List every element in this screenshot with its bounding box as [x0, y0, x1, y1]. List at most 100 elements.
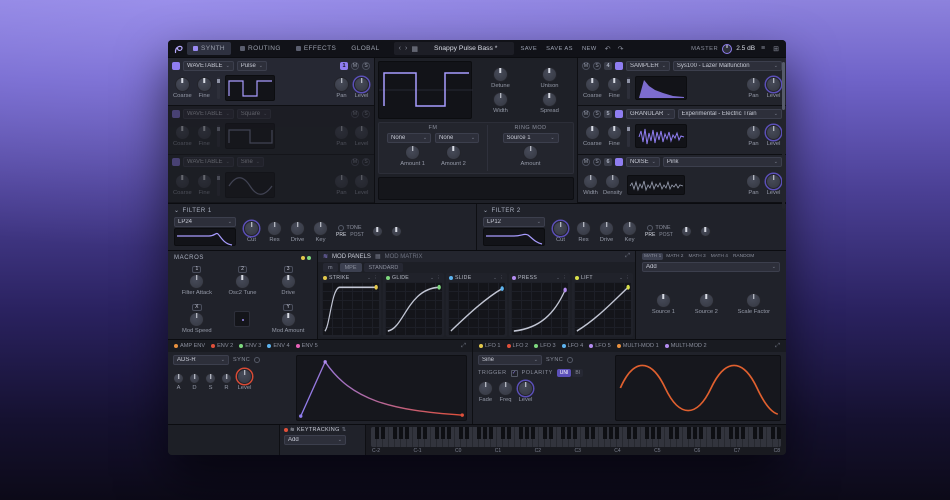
density-knob[interactable]: Density — [603, 174, 622, 196]
fm-source1-dropdown[interactable]: None — [387, 133, 431, 143]
lfo-shape-dropdown[interactable]: Sine — [478, 355, 542, 365]
sync-toggle[interactable] — [254, 357, 260, 363]
math-operation-dropdown[interactable]: Add — [642, 262, 780, 272]
generator-type-dropdown[interactable]: NOISE — [626, 157, 660, 167]
panel-options-icon[interactable]: ⋮ — [373, 275, 378, 281]
macro-1[interactable]: 1Filter Attack — [182, 266, 212, 296]
tab-env-5[interactable]: ENV 5 — [296, 343, 318, 349]
undo-icon[interactable]: ↶ — [603, 45, 613, 53]
tone-high-knob[interactable] — [700, 226, 711, 237]
wavetable-display[interactable] — [225, 75, 275, 101]
sample-slider[interactable] — [627, 77, 630, 99]
tab-random[interactable]: RANDOM — [731, 253, 756, 260]
source1-knob[interactable]: Source 1 — [652, 293, 675, 315]
solo-button[interactable]: S — [593, 62, 601, 70]
keytracking-mode-dropdown[interactable]: Add — [284, 435, 346, 445]
level-knob[interactable]: Level — [354, 125, 369, 147]
key-knob[interactable]: Key — [313, 221, 328, 243]
sample-waveform-display[interactable] — [635, 76, 687, 100]
freq-knob[interactable]: Freq — [498, 381, 513, 403]
pan-knob[interactable]: Pan — [746, 77, 761, 99]
oscillator-waveform-display[interactable] — [378, 61, 472, 119]
wavetable-name-dropdown[interactable]: Pulse — [237, 61, 267, 71]
mod-panels-title[interactable]: MOD PANELS — [332, 254, 371, 260]
pan-knob[interactable]: Pan — [746, 125, 761, 147]
generator-type-dropdown[interactable]: WAVETABLE — [183, 157, 234, 167]
panel-options-icon[interactable]: ⋮ — [562, 275, 567, 281]
env-mode-dropdown[interactable]: ADS-R — [173, 355, 229, 365]
generator-type-dropdown[interactable]: SAMPLER — [626, 61, 670, 71]
app-logo-icon[interactable] — [173, 43, 184, 54]
coarse-knob[interactable]: Coarse — [173, 174, 192, 196]
filter-curve-display[interactable] — [483, 228, 545, 246]
release-knob[interactable]: R — [221, 373, 232, 391]
fm-amount2-knob[interactable]: Amount 2 — [441, 145, 466, 167]
tab-amp-env[interactable]: AMP ENV — [174, 343, 205, 349]
panel-options-icon[interactable]: ⋮ — [436, 275, 441, 281]
cut-knob[interactable]: Cut — [244, 221, 259, 243]
unison-knob[interactable]: Unison — [540, 67, 558, 89]
mod-curve-display[interactable] — [385, 282, 442, 335]
level-knob[interactable]: Level — [766, 174, 781, 196]
expand-icon[interactable]: ⤢ — [625, 253, 630, 260]
envelope-graph[interactable] — [296, 355, 467, 421]
drive-knob[interactable]: Drive — [599, 221, 614, 243]
macro-y[interactable]: YMod Amount — [272, 304, 305, 334]
tab-lfo-5[interactable]: LFO 5 — [589, 343, 611, 349]
frame-slider[interactable] — [217, 125, 220, 147]
generator-type-dropdown[interactable]: GRANULAR — [626, 109, 675, 119]
mute-button[interactable]: M — [582, 158, 590, 166]
tab-lfo-3[interactable]: LFO 3 — [534, 343, 556, 349]
env-level-knob[interactable]: Level — [237, 369, 252, 391]
tab-synth[interactable]: SYNTH — [187, 42, 231, 55]
fade-knob[interactable]: Fade — [478, 381, 493, 403]
collapse-icon[interactable]: ⌄ — [483, 207, 489, 214]
mod-curve-display[interactable] — [448, 282, 505, 335]
fine-knob[interactable]: Fine — [197, 174, 212, 196]
panel-options-icon[interactable]: ⋮ — [625, 275, 630, 281]
solo-button[interactable]: S — [362, 158, 370, 166]
lane-number-badge[interactable]: 5 — [604, 110, 612, 118]
xy-pad[interactable] — [234, 311, 250, 327]
tone-toggle[interactable] — [338, 225, 344, 231]
macro-2[interactable]: 2Osc2 Tune — [228, 266, 256, 296]
pan-knob[interactable]: Pan — [334, 174, 349, 196]
tab-math-1[interactable]: MATH 1 — [642, 253, 663, 260]
redo-icon[interactable]: ↷ — [616, 45, 626, 53]
coarse-knob[interactable]: Coarse — [583, 125, 602, 147]
cut-knob[interactable]: Cut — [553, 221, 568, 243]
mute-button[interactable]: M — [351, 158, 359, 166]
tab-mod-matrix[interactable]: MOD MATRIX — [385, 254, 423, 260]
decay-knob[interactable]: D — [189, 373, 200, 391]
macro-x[interactable]: XMod Speed — [182, 304, 212, 334]
panels-icon[interactable]: ⊞ — [771, 45, 781, 53]
source2-knob[interactable]: Source 2 — [695, 293, 718, 315]
tab-math-4[interactable]: MATH 4 — [709, 253, 730, 260]
generator-type-dropdown[interactable]: WAVETABLE — [183, 109, 234, 119]
wavetable-display[interactable] — [225, 123, 275, 149]
mod-curve-display[interactable] — [322, 282, 379, 335]
lane-number-badge[interactable]: 6 — [604, 158, 612, 166]
fine-knob[interactable]: Fine — [607, 125, 622, 147]
solo-button[interactable]: S — [593, 110, 601, 118]
menu-icon[interactable]: ≡ — [759, 45, 767, 52]
lane-number-badge[interactable]: 4 — [604, 62, 612, 70]
panel-chevron-icon[interactable]: ⌄ — [556, 275, 560, 281]
tab-effects[interactable]: EFFECTS — [290, 42, 342, 55]
fine-knob[interactable]: Fine — [197, 125, 212, 147]
frame-slider[interactable] — [217, 174, 220, 196]
lfo-level-knob[interactable]: Level — [518, 381, 533, 403]
spread-knob[interactable]: Spread — [540, 92, 559, 114]
coarse-knob[interactable]: Coarse — [583, 77, 602, 99]
tab-env-4[interactable]: ENV 4 — [267, 343, 289, 349]
ringmod-amount-knob[interactable]: Amount — [521, 145, 541, 167]
panel-chevron-icon[interactable]: ⌄ — [619, 275, 623, 281]
scale-factor-knob[interactable]: Scale Factor — [738, 293, 771, 315]
fm-amount1-knob[interactable]: Amount 1 — [400, 145, 425, 167]
tab-multi-mod-2[interactable]: MULTI-MOD 2 — [665, 343, 707, 349]
mod-curve-display[interactable] — [574, 282, 631, 335]
seg-standard[interactable]: STANDARD — [364, 263, 404, 272]
pan-knob[interactable]: Pan — [746, 174, 761, 196]
scrollbar[interactable] — [782, 59, 785, 209]
solo-button[interactable]: S — [362, 62, 370, 70]
